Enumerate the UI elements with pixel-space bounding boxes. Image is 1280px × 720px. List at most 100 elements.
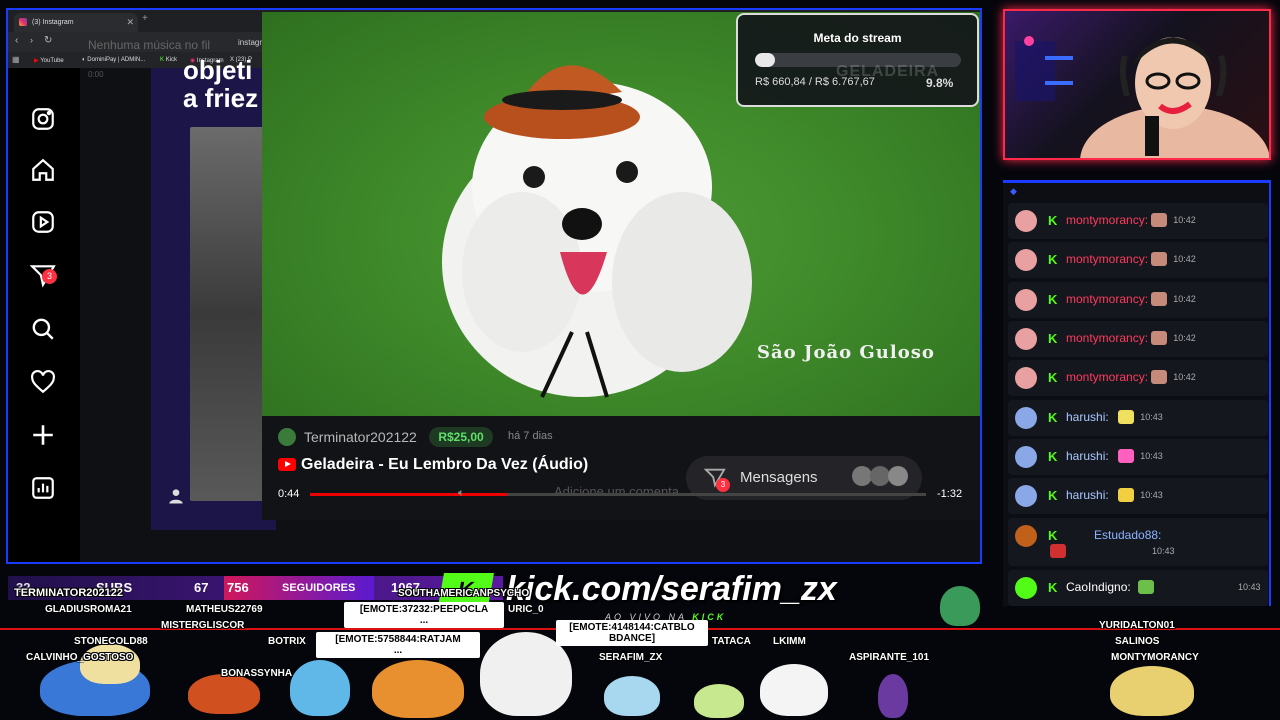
reload-icon[interactable]: ↻ bbox=[44, 35, 52, 46]
viewer-name: TATACA bbox=[712, 636, 751, 647]
viewer-name: ASPIRANTE_101 bbox=[849, 652, 930, 663]
chat-avatar bbox=[1015, 328, 1037, 350]
kick-badge-icon: K bbox=[1048, 331, 1058, 346]
search-icon[interactable] bbox=[30, 316, 60, 346]
viewer-name: MONTYMORANCY bbox=[1111, 652, 1199, 663]
bookmark-kick[interactable]: K Kick bbox=[160, 57, 177, 63]
chat-message: K CaoIndigno: 10:43 bbox=[1008, 570, 1268, 606]
pokemon-sprite bbox=[80, 644, 140, 684]
chat-avatar bbox=[1015, 249, 1037, 271]
new-tab-icon[interactable]: + bbox=[142, 13, 148, 24]
chat-emote bbox=[1050, 544, 1066, 558]
back-icon[interactable]: ‹ bbox=[15, 35, 18, 46]
bookmark-dominipay[interactable]: ◐ DominiPay | ADMIN... bbox=[82, 57, 145, 63]
chat-username[interactable]: montymorancy: bbox=[1066, 292, 1148, 306]
music-overlay-ghost-text: Nenhuma música no fil bbox=[88, 38, 211, 52]
viewer-name: BOTRIX bbox=[268, 636, 306, 647]
video-watermark: São João Guloso bbox=[757, 342, 935, 363]
youtube-icon bbox=[278, 458, 296, 471]
viewer-name: SERAFIM_ZX bbox=[599, 652, 663, 663]
playback-progress-bar[interactable] bbox=[310, 493, 926, 496]
chat-emote bbox=[1118, 488, 1135, 502]
close-tab-icon[interactable]: ✕ bbox=[126, 13, 134, 32]
chat-emote bbox=[1151, 252, 1168, 266]
goal-amount: R$ 660,84 / R$ 6.767,67 bbox=[755, 76, 875, 88]
message-avatars bbox=[852, 466, 912, 486]
webcam-feed bbox=[1003, 9, 1271, 160]
kick-badge-icon: K bbox=[1048, 292, 1058, 307]
chat-emote bbox=[1118, 410, 1135, 424]
time-remaining: -1:32 bbox=[937, 488, 963, 500]
reels-icon[interactable] bbox=[30, 209, 60, 239]
chat-username[interactable]: Estudado88: bbox=[1094, 528, 1161, 542]
chat-emote bbox=[1151, 292, 1168, 306]
instagram-logo-icon[interactable] bbox=[30, 106, 60, 136]
song-title: Geladeira - Eu Lembro Da Vez (Áudio) bbox=[301, 456, 589, 473]
chat-username[interactable]: montymorancy: bbox=[1066, 213, 1148, 227]
chat-avatar bbox=[1015, 577, 1037, 599]
goal-progress-fill bbox=[755, 53, 776, 67]
viewer-name: MATHEUS22769 bbox=[186, 604, 263, 615]
followers-label: SEGUIDORES bbox=[282, 582, 356, 594]
last-sub-name: TERMINATOR202122 bbox=[14, 587, 124, 599]
profile-icon[interactable] bbox=[166, 486, 186, 506]
chat-emote bbox=[1151, 370, 1168, 384]
chat-timestamp: 10:42 bbox=[1173, 372, 1196, 382]
playback-progress-fill bbox=[310, 493, 508, 496]
chat-emote bbox=[1151, 213, 1168, 227]
tab-title: (3) Instagram bbox=[32, 19, 74, 26]
chat-username[interactable]: harushi: bbox=[1066, 488, 1109, 502]
pokemon-sprite bbox=[372, 660, 464, 718]
donation-amount-badge: R$25,00 bbox=[429, 427, 493, 447]
chat-username[interactable]: montymorancy: bbox=[1066, 370, 1148, 384]
chat-avatar bbox=[1015, 367, 1037, 389]
donation-time: há 7 dias bbox=[508, 430, 553, 442]
heart-icon[interactable] bbox=[30, 369, 60, 399]
chat-message: Kmontymorancy: 10:42 bbox=[1008, 321, 1268, 357]
viewer-name: LKIMM bbox=[773, 636, 806, 647]
forward-icon[interactable]: › bbox=[30, 35, 33, 45]
viewer-name: MISTERGLISCOR bbox=[161, 620, 245, 631]
instagram-favicon-icon bbox=[19, 18, 27, 26]
viewer-name: SALINOS bbox=[1115, 636, 1160, 647]
kick-badge-icon: K bbox=[1048, 528, 1058, 543]
kick-channel-url: kick.com/serafim_zx bbox=[506, 570, 837, 608]
chat-message: Kmontymorancy: 10:42 bbox=[1008, 242, 1268, 278]
chat-username[interactable]: montymorancy: bbox=[1066, 252, 1148, 266]
viewer-name: YURIDALTON01 bbox=[1099, 620, 1175, 631]
chat-avatar bbox=[1015, 210, 1037, 232]
chat-timestamp: 10:42 bbox=[1173, 294, 1196, 304]
pokemon-sprite bbox=[760, 664, 828, 716]
viewer-name: GLADIUSROMA21 bbox=[45, 604, 132, 615]
browser-tab-instagram[interactable]: (3) Instagram ✕ bbox=[14, 13, 138, 32]
bookmark-youtube[interactable]: ▶ YouTube bbox=[34, 57, 64, 64]
kick-badge-icon: K bbox=[1048, 252, 1058, 267]
viewer-name: BONASSYNHA bbox=[221, 668, 293, 679]
viewer-name: CALVINHO_GOSTOSO bbox=[26, 652, 134, 663]
pokemon-sprite bbox=[290, 660, 350, 716]
chat-emote bbox=[1151, 331, 1168, 345]
followers-prev: 67 bbox=[194, 580, 209, 595]
chat-username[interactable]: montymorancy: bbox=[1066, 331, 1148, 345]
chat-timestamp: 10:43 bbox=[1140, 490, 1163, 500]
create-plus-icon[interactable] bbox=[30, 422, 60, 452]
kick-badge-icon: K bbox=[1048, 370, 1058, 385]
viewer-name: STONECOLD88 bbox=[74, 636, 148, 647]
chat-username[interactable]: harushi: bbox=[1066, 410, 1109, 424]
chat-username[interactable]: harushi: bbox=[1066, 449, 1109, 463]
chat-message: Kharushi: 10:43 bbox=[1008, 400, 1268, 436]
dashboard-icon[interactable] bbox=[30, 475, 60, 505]
chat-avatar bbox=[1015, 485, 1037, 507]
kick-badge-icon: K bbox=[1048, 410, 1058, 425]
chat-timestamp: 10:42 bbox=[1173, 215, 1196, 225]
chat-username[interactable]: CaoIndigno: bbox=[1066, 580, 1131, 594]
donor-name: Terminator202122 bbox=[304, 429, 417, 445]
viewer-name: SOUTHAMERICANPSYCHO bbox=[398, 588, 530, 599]
pokemon-sprite bbox=[694, 684, 744, 718]
viewer-name: URIC_0 bbox=[508, 604, 544, 615]
pokemon-sprite bbox=[878, 674, 908, 718]
apps-grid-icon[interactable]: ▦ bbox=[12, 55, 20, 64]
kick-badge-icon: K bbox=[1048, 488, 1058, 503]
home-icon[interactable] bbox=[30, 157, 60, 187]
pokemon-sprite bbox=[1110, 666, 1194, 716]
